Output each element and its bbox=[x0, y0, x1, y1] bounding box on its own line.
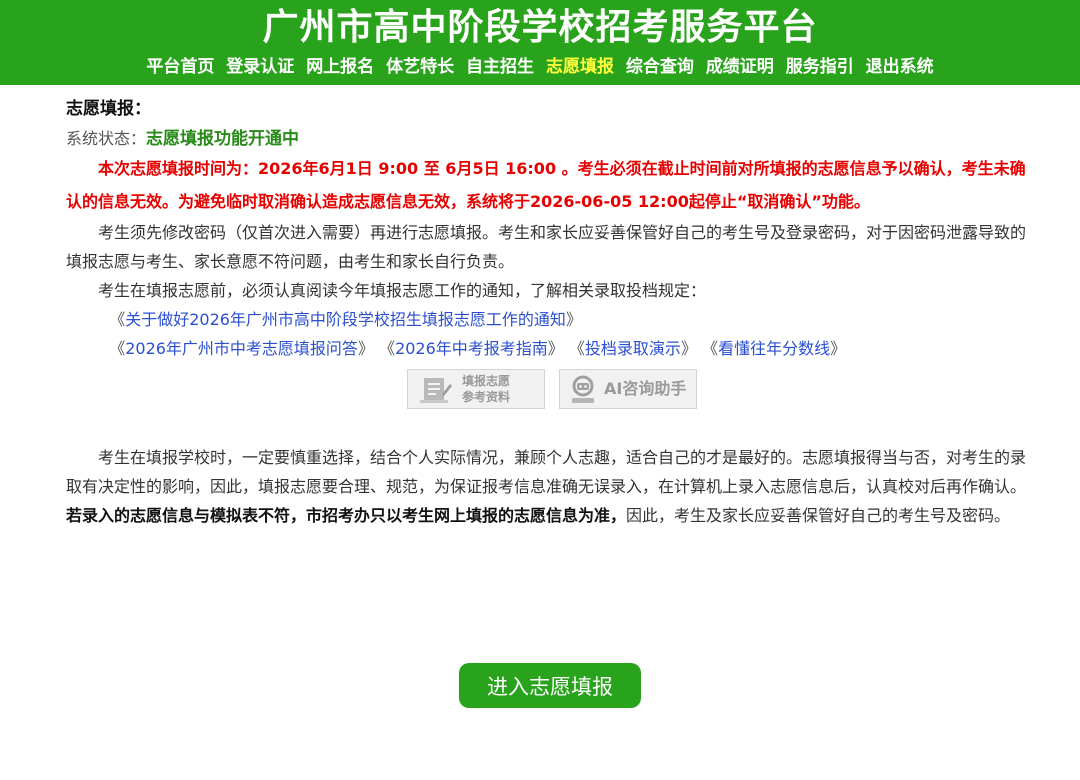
quote-close: 》 bbox=[565, 310, 582, 329]
reference-links-row: 《2026年广州市中考志愿填报问答》 《2026年中考报考指南》 《投档录取演示… bbox=[66, 334, 1038, 363]
robot-icon bbox=[572, 375, 594, 403]
ai-button-label: AI咨询助手 bbox=[604, 379, 687, 398]
advice-text: 考生在填报学校时，一定要慎重选择，结合个人实际情况，兼顾个人志趣，适合自己的才是… bbox=[66, 448, 1027, 496]
quote-open: 《 bbox=[568, 339, 585, 358]
nav-logout[interactable]: 退出系统 bbox=[866, 57, 934, 77]
link-guide[interactable]: 2026年中考报考指南 bbox=[395, 339, 548, 358]
helper-buttons: 填报志愿 参考资料 AI咨询助手 bbox=[66, 369, 1038, 413]
site-title: 广州市高中阶段学校招考服务平台 bbox=[262, 7, 818, 48]
header-bar: 广州市高中阶段学校招考服务平台 平台首页 登录认证 网上报名 体艺特长 自主招生… bbox=[0, 0, 1080, 85]
status-value: 志愿填报功能开通中 bbox=[146, 129, 300, 149]
quote-open: 《 bbox=[702, 339, 719, 358]
nav-arts-sports[interactable]: 体艺特长 bbox=[386, 57, 454, 77]
quote-open: 《 bbox=[109, 310, 126, 329]
quote-close: 》 bbox=[547, 339, 564, 358]
nav-query[interactable]: 综合查询 bbox=[626, 57, 694, 77]
nav-application[interactable]: 志愿填报 bbox=[546, 57, 614, 77]
link-past-scores[interactable]: 看懂往年分数线 bbox=[718, 339, 830, 358]
notice-link-row: 《关于做好2026年广州市高中阶段学校招生填报志愿工作的通知》 bbox=[66, 305, 1038, 334]
reference-label-line1: 填报志愿 bbox=[462, 374, 511, 388]
reference-material-button[interactable]: 填报志愿 参考资料 bbox=[407, 369, 545, 409]
ai-assistant-button[interactable]: AI咨询助手 bbox=[559, 369, 697, 409]
deadline-notice: 本次志愿填报时间为：2026年6月1日 9:00 至 6月5日 16:00 。考… bbox=[66, 159, 1026, 211]
link-qa[interactable]: 2026年广州市中考志愿填报问答 bbox=[125, 339, 358, 358]
nav-login[interactable]: 登录认证 bbox=[226, 57, 294, 77]
selection-advice: 考生在填报学校时，一定要慎重选择，结合个人实际情况，兼顾个人志趣，适合自己的才是… bbox=[66, 443, 1038, 530]
system-status: 系统状态：志愿填报功能开通中 bbox=[66, 126, 1038, 152]
nav-registration[interactable]: 网上报名 bbox=[306, 57, 374, 77]
link-admission-demo[interactable]: 投档录取演示 bbox=[585, 339, 681, 358]
advice-tail: 因此，考生及家长应妥善保管好自己的考生号及密码。 bbox=[626, 506, 1011, 525]
nav-service-guide[interactable]: 服务指引 bbox=[786, 57, 854, 77]
quote-close: 》 bbox=[680, 339, 697, 358]
status-label: 系统状态： bbox=[66, 129, 147, 148]
quote-open: 《 bbox=[379, 339, 396, 358]
main-content: 志愿填报： 系统状态：志愿填报功能开通中 本次志愿填报时间为：2026年6月1日… bbox=[66, 96, 1038, 530]
password-notice: 考生须先修改密码（仅首次进入需要）再进行志愿填报。考生和家长应妥善保管好自己的考… bbox=[66, 223, 1027, 271]
nav-score-certificate[interactable]: 成绩证明 bbox=[706, 57, 774, 77]
section-title: 志愿填报： bbox=[66, 99, 151, 119]
quote-close: 》 bbox=[830, 339, 847, 358]
quote-open: 《 bbox=[109, 339, 126, 358]
reference-button-label: 填报志愿 参考资料 bbox=[462, 373, 510, 405]
link-filling-notice[interactable]: 关于做好2026年广州市高中阶段学校招生填报志愿工作的通知 bbox=[125, 310, 566, 329]
nav-home[interactable]: 平台首页 bbox=[146, 57, 214, 77]
quote-close: 》 bbox=[357, 339, 374, 358]
read-notice: 考生在填报志愿前，必须认真阅读今年填报志愿工作的通知，了解相关录取投档规定： bbox=[98, 281, 707, 300]
advice-emphasis: 若录入的志愿信息与模拟表不符，市招考办只以考生网上填报的志愿信息为准， bbox=[66, 506, 627, 525]
nav-independent-enrollment[interactable]: 自主招生 bbox=[466, 57, 534, 77]
main-nav: 平台首页 登录认证 网上报名 体艺特长 自主招生 志愿填报 综合查询 成绩证明 … bbox=[0, 55, 1080, 79]
reference-label-line2: 参考资料 bbox=[462, 390, 511, 404]
enter-application-button[interactable]: 进入志愿填报 bbox=[459, 663, 641, 708]
document-icon bbox=[420, 378, 452, 403]
